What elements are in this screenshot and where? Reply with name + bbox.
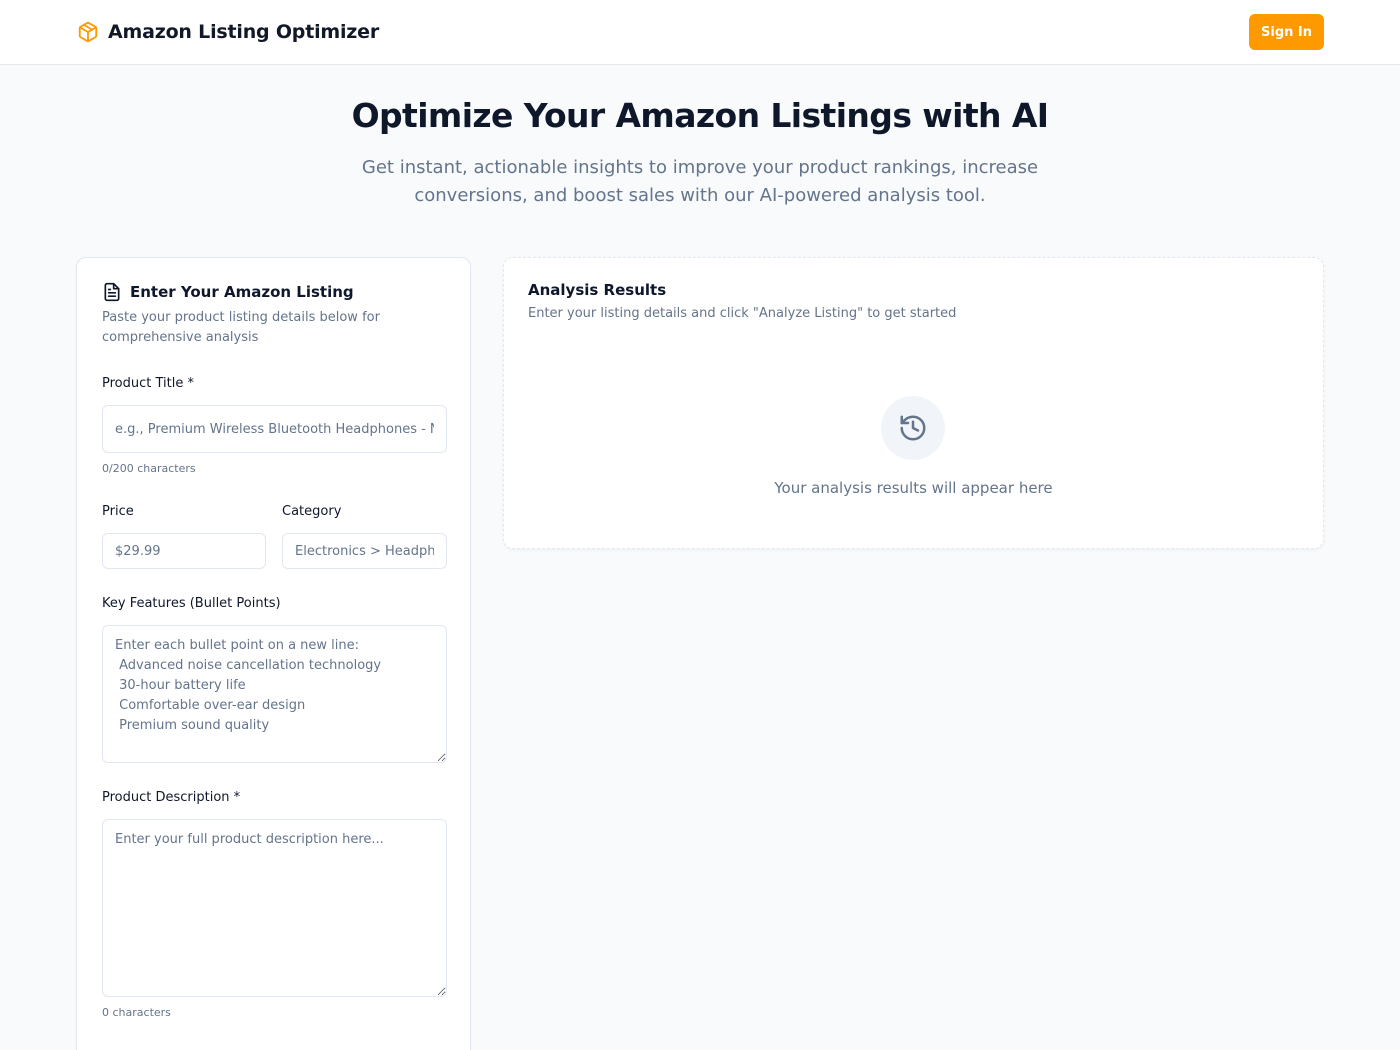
empty-state-text: Your analysis results will appear here: [774, 479, 1053, 497]
analysis-results-card: Analysis Results Enter your listing deta…: [503, 257, 1324, 549]
brand[interactable]: Amazon Listing Optimizer: [77, 19, 379, 45]
results-description: Enter your listing details and click "An…: [528, 306, 957, 321]
product-description-label: Product Description *: [102, 790, 241, 805]
hero-subtitle: Get instant, actionable insights to impr…: [361, 157, 1039, 206]
form-card-description: Paste your product listing details below…: [102, 310, 380, 345]
product-title-label: Product Title *: [102, 376, 194, 391]
app-name: Amazon Listing Optimizer: [108, 21, 380, 43]
form-card-header: Enter Your Amazon Listing: [102, 282, 354, 302]
package-box-icon: [78, 21, 98, 43]
price-input[interactable]: [102, 533, 266, 569]
form-card-title: Enter Your Amazon Listing: [130, 283, 354, 301]
empty-state-icon-circle: [881, 396, 945, 460]
key-features-textarea[interactable]: [102, 625, 447, 763]
category-input[interactable]: [282, 533, 447, 569]
history-icon: [900, 415, 926, 441]
document-icon: [104, 282, 120, 302]
sign-in-button[interactable]: Sign In: [1249, 14, 1324, 50]
category-label: Category: [282, 504, 342, 519]
results-title: Analysis Results: [528, 281, 667, 299]
product-title-char-counter: 0/200 characters: [102, 462, 196, 475]
product-description-textarea[interactable]: [102, 819, 447, 997]
price-label: Price: [102, 504, 134, 519]
key-features-label: Key Features (Bullet Points): [102, 596, 281, 611]
listing-form-card: Enter Your Amazon Listing Paste your pro…: [76, 257, 471, 1050]
product-title-input[interactable]: [102, 405, 447, 453]
description-char-counter: 0 characters: [102, 1006, 171, 1019]
hero-title: Optimize Your Amazon Listings with AI: [351, 96, 1049, 135]
top-navbar: Amazon Listing Optimizer Sign In: [0, 0, 1400, 65]
